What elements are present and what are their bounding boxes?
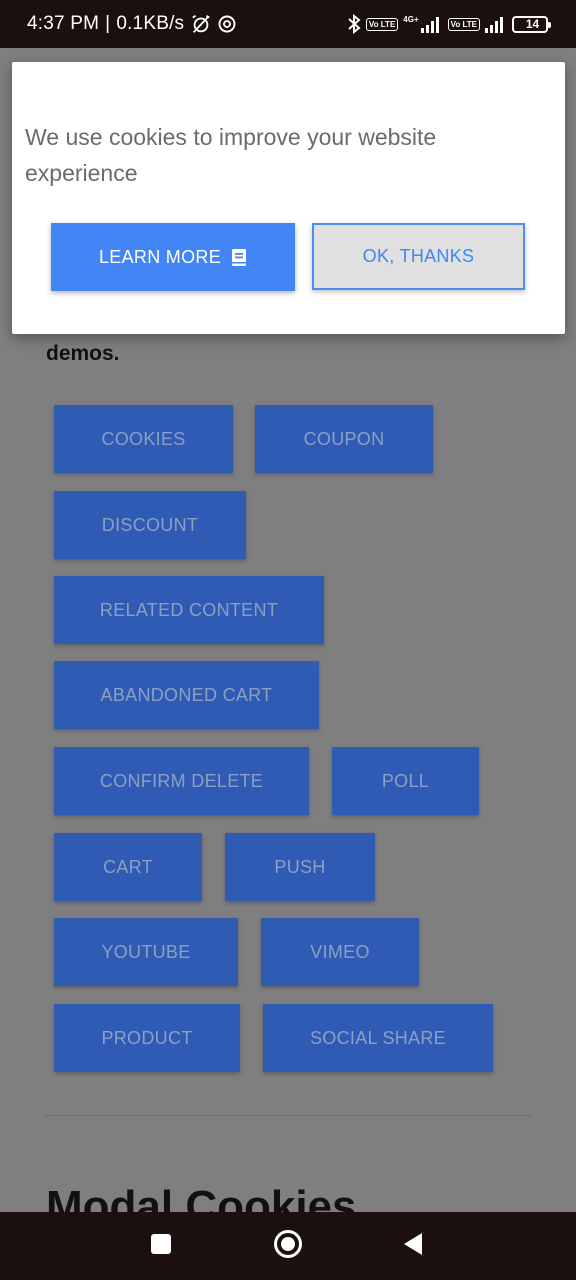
learn-more-label: LEARN MORE (98, 246, 222, 267)
status-left: 4:37 PM | 0.1KB/s (27, 13, 236, 35)
signal-icon-1 (420, 15, 443, 33)
discount-button[interactable]: DISCOUNT (54, 491, 246, 559)
coupon-button[interactable]: COUPON (255, 405, 433, 473)
poll-button[interactable]: POLL (332, 747, 479, 815)
product-button[interactable]: PRODUCT (54, 1004, 240, 1072)
signal-icon-2 (485, 15, 507, 33)
square-icon (150, 1233, 172, 1260)
related-content-button[interactable]: RELATED CONTENT (54, 576, 324, 644)
youtube-button[interactable]: YOUTUBE (54, 918, 238, 986)
section-heading: Modal Cookies (46, 1182, 357, 1212)
cookies-button[interactable]: COOKIES (54, 405, 233, 473)
cookie-consent-modal: We use cookies to improve your website e… (12, 62, 565, 334)
status-bar: 4:37 PM | 0.1KB/s Vo LTE 4G+ Vo LTE 14 (0, 0, 576, 48)
status-separator: | (105, 13, 111, 34)
app-notification-icon (218, 15, 236, 33)
push-button[interactable]: PUSH (225, 833, 375, 901)
ok-thanks-button[interactable]: OK, THANKS (312, 223, 525, 290)
clock: 4:37 PM (27, 13, 100, 34)
back-triangle-icon (402, 1232, 424, 1261)
back-button[interactable] (373, 1212, 453, 1280)
recent-apps-button[interactable] (121, 1212, 201, 1280)
network-type-label: 4G+ (403, 15, 419, 24)
abandoned-cart-button[interactable]: ABANDONED CART (54, 661, 319, 729)
cart-button[interactable]: CART (54, 833, 202, 901)
home-circle-icon (273, 1229, 303, 1264)
battery-icon: 14 (512, 15, 551, 33)
vimeo-button[interactable]: VIMEO (261, 918, 419, 986)
network-speed: 0.1KB/s (116, 13, 185, 34)
section-divider (45, 1115, 532, 1116)
volte-icon-1: Vo LTE (365, 17, 399, 31)
confirm-delete-button[interactable]: CONFIRM DELETE (54, 747, 309, 815)
social-share-button[interactable]: SOCIAL SHARE (263, 1004, 493, 1072)
demos-text: demos. (46, 342, 120, 365)
home-button[interactable] (248, 1212, 328, 1280)
cookie-message: We use cookies to improve your website e… (25, 124, 437, 186)
alarm-off-icon (190, 13, 212, 35)
book-icon (231, 248, 247, 267)
bluetooth-icon (347, 13, 361, 35)
volte-icon-2: Vo LTE (447, 17, 480, 31)
learn-more-button[interactable]: LEARN MORE (51, 223, 295, 291)
status-right: Vo LTE 4G+ Vo LTE 14 (347, 13, 551, 35)
navigation-bar (0, 1212, 576, 1280)
battery-level: 14 (525, 17, 540, 31)
